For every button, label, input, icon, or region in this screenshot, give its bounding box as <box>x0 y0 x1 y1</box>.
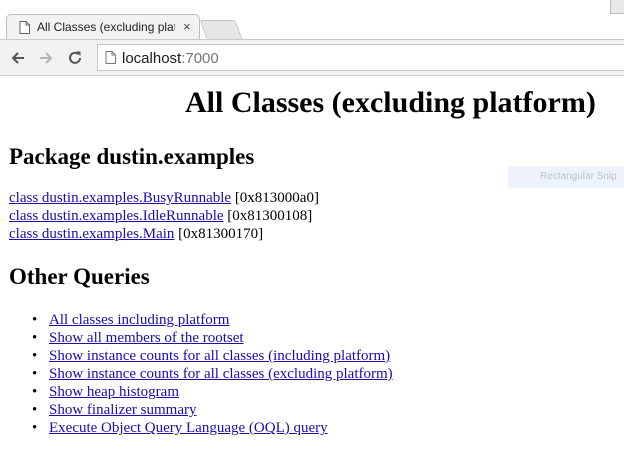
list-item: Show instance counts for all classes (in… <box>32 347 393 365</box>
page-info-icon[interactable] <box>105 51 116 64</box>
forward-arrow-icon[interactable] <box>37 49 55 67</box>
query-link-all-classes-including-platform[interactable]: All classes including platform <box>49 312 229 328</box>
list-item: Show instance counts for all classes (ex… <box>32 365 393 383</box>
new-tab-button[interactable] <box>199 20 243 39</box>
snip-overlay-text: Rectangular Snip <box>508 166 624 188</box>
class-entry: class dustin.examples.BusyRunnable [0x81… <box>9 189 319 207</box>
list-item: Show all members of the rootset <box>32 329 393 347</box>
list-item: Show heap histogram <box>32 383 393 401</box>
class-link-main[interactable]: class dustin.examples.Main <box>9 226 174 242</box>
class-link-idlerunnable[interactable]: class dustin.examples.IdleRunnable <box>9 208 224 224</box>
page-title: All Classes (excluding platform) <box>185 86 596 119</box>
list-item: Show finalizer summary <box>32 401 393 419</box>
reload-icon[interactable] <box>66 49 84 67</box>
class-address: [0x81300108] <box>223 208 313 224</box>
class-address: [0x813000a0] <box>231 190 319 206</box>
url-host: localhost <box>122 50 182 67</box>
page-content: All Classes (excluding platform) Package… <box>0 76 624 453</box>
document-icon <box>19 21 30 34</box>
query-link-rootset-members[interactable]: Show all members of the rootset <box>49 330 244 346</box>
window-control-button[interactable] <box>610 0 624 14</box>
close-tab-icon[interactable]: × <box>183 19 191 35</box>
query-link-heap-histogram[interactable]: Show heap histogram <box>49 384 179 400</box>
address-bar[interactable]: localhost:7000 <box>97 44 624 71</box>
class-entry: class dustin.examples.IdleRunnable [0x81… <box>9 207 319 225</box>
url-port: :7000 <box>181 50 219 67</box>
query-link-oql-query[interactable]: Execute Object Query Language (OQL) quer… <box>49 420 328 436</box>
package-heading: Package dustin.examples <box>9 144 255 169</box>
url-text[interactable]: localhost:7000 <box>122 50 219 67</box>
query-link-finalizer-summary[interactable]: Show finalizer summary <box>49 402 196 418</box>
class-link-busyrunnable[interactable]: class dustin.examples.BusyRunnable <box>9 190 231 206</box>
class-entry: class dustin.examples.Main [0x81300170] <box>9 225 319 243</box>
list-item: All classes including platform <box>32 311 393 329</box>
tab-title: All Classes (excluding platf <box>37 20 175 34</box>
query-link-instance-counts-excluding[interactable]: Show instance counts for all classes (ex… <box>49 366 393 382</box>
browser-tab[interactable]: All Classes (excluding platf × <box>6 14 200 40</box>
list-item: Execute Object Query Language (OQL) quer… <box>32 419 393 437</box>
query-list: All classes including platform Show all … <box>32 311 393 437</box>
class-list: class dustin.examples.BusyRunnable [0x81… <box>9 189 319 243</box>
browser-toolbar: localhost:7000 <box>0 40 624 76</box>
other-queries-heading: Other Queries <box>9 264 150 289</box>
back-arrow-icon[interactable] <box>9 49 27 67</box>
tab-strip: All Classes (excluding platf × <box>0 0 624 40</box>
query-link-instance-counts-including[interactable]: Show instance counts for all classes (in… <box>49 348 390 364</box>
class-address: [0x81300170] <box>174 226 264 242</box>
